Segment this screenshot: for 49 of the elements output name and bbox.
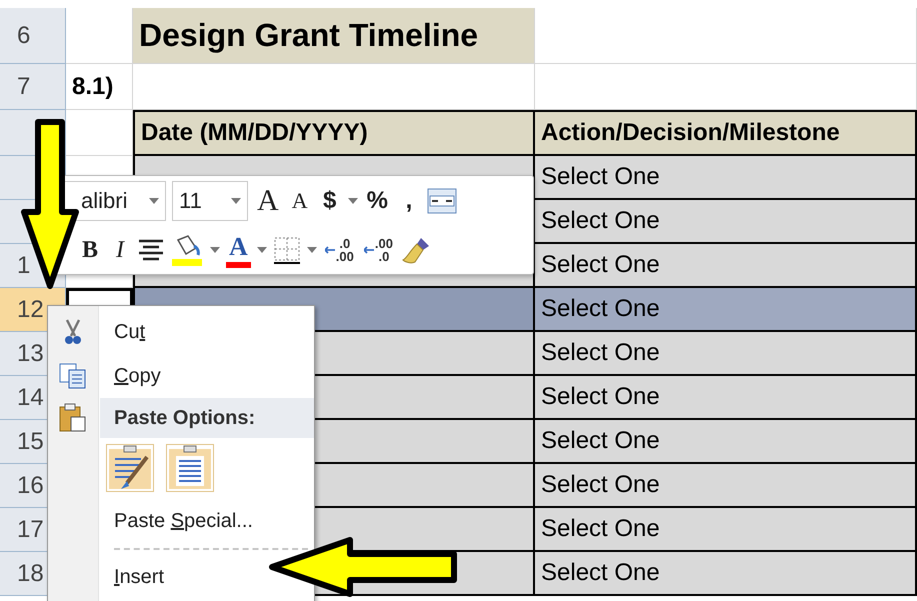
borders-icon[interactable] — [272, 236, 301, 264]
copy-menu-item[interactable]: Copy — [98, 364, 161, 388]
dropdown-icon[interactable] — [231, 198, 241, 204]
scissors-icon — [63, 318, 83, 346]
arrow-icon — [324, 246, 335, 254]
table-cell: Select One — [535, 244, 917, 288]
format-button[interactable]: $ — [318, 180, 342, 220]
table-cell: Select One — [535, 156, 917, 200]
row-header[interactable]: 7 — [0, 64, 66, 110]
font-color-button[interactable]: A — [226, 232, 251, 268]
clipboard-icon — [59, 403, 87, 433]
shrink-font-button[interactable]: A — [288, 180, 312, 220]
font-size-field[interactable]: 11 — [172, 180, 248, 220]
paste-options-heading: Paste Options: — [100, 398, 314, 438]
column-header: Action/Decision/Milestone — [535, 110, 917, 156]
table-cell: Select One — [535, 332, 917, 376]
menu-item[interactable]: Insert — [98, 566, 164, 588]
column-header: Date (MM/DD/YYYY) — [133, 110, 535, 156]
format-button[interactable]: , — [397, 180, 422, 220]
table-cell: Select One — [535, 464, 917, 508]
dropdown-icon[interactable] — [210, 246, 220, 252]
format-button[interactable]: % — [364, 180, 392, 220]
dropdown-icon[interactable] — [348, 198, 358, 204]
italic-button[interactable]: I — [108, 230, 132, 270]
table-cell: Select One — [535, 420, 917, 464]
section-number: 8.1) — [66, 64, 133, 110]
paste-button[interactable] — [166, 444, 214, 492]
arrow-icon — [364, 246, 374, 254]
table-cell: Select One — [535, 200, 917, 244]
table-cell: Select One — [535, 552, 917, 596]
paste-formatting-button[interactable] — [106, 444, 154, 492]
fill-color-icon[interactable] — [170, 234, 204, 266]
cut-menu-item[interactable]: Cut — [98, 320, 146, 344]
copy-icon — [59, 363, 87, 389]
dropdown-icon[interactable] — [149, 198, 159, 204]
dropdown-icon[interactable] — [306, 246, 317, 252]
table-cell: Select One — [535, 288, 917, 332]
dropdown-icon[interactable] — [256, 246, 267, 252]
menu-item[interactable]: Paste Special... — [98, 510, 253, 532]
decimal-button[interactable]: .0 .00 — [322, 230, 356, 270]
merge-center-icon[interactable] — [427, 188, 458, 214]
table-cell: Select One — [535, 376, 917, 420]
table-cell: Select One — [535, 508, 917, 552]
sheet-title: Design Grant Timeline — [133, 8, 535, 64]
grow-font-button[interactable]: A — [254, 180, 282, 220]
align-center-icon[interactable] — [138, 238, 164, 260]
decimal-button[interactable]: .00 .0 — [362, 230, 395, 270]
row-header[interactable]: 6 — [0, 8, 66, 64]
bold-button[interactable]: B — [78, 230, 102, 270]
